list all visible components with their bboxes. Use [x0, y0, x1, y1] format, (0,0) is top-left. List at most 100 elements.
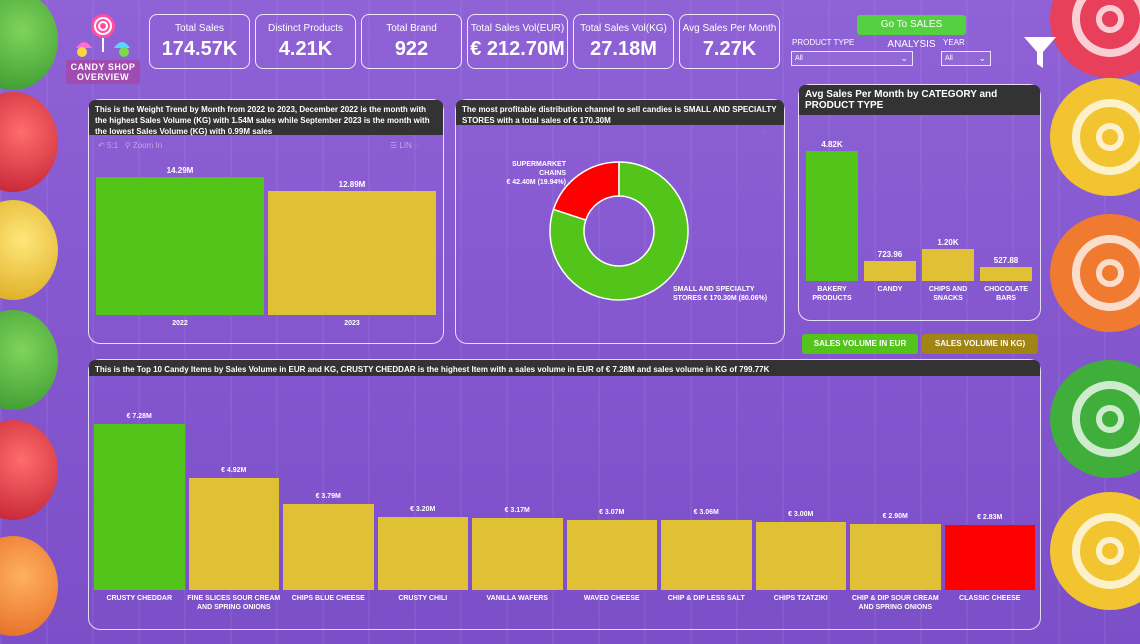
donut-label-specialty: SMALL AND SPECIALTY STORES € 170.30M (80…	[673, 285, 781, 303]
kpi-value: 27.18M	[590, 38, 657, 60]
bar-category-line: CHIPS BLUE CHEESE	[291, 595, 365, 602]
chart-bar[interactable]	[283, 503, 374, 590]
donut-label-line: € 42.40M (19.94%)	[506, 179, 566, 186]
chart-bar[interactable]	[94, 424, 185, 590]
bar-category-label: CHIP & DIP SOUR CREAM AND SPRING ONIONS	[844, 594, 947, 612]
bar-category-label: CLASSIC CHEESE	[939, 594, 1042, 603]
chart-bar[interactable]	[944, 525, 1035, 590]
chart-bar[interactable]	[472, 517, 563, 590]
bar-category-line: CANDY	[877, 286, 903, 293]
bar-category-line: CLASSIC CHEESE	[959, 595, 1021, 602]
bar-value-label: 527.88	[993, 255, 1019, 265]
kpi-total-sales: Total Sales 174.57K	[149, 14, 250, 69]
product-type-slicer[interactable]: All ⌄	[791, 51, 913, 66]
chevron-down-icon: ⌄	[900, 53, 908, 63]
chart-toolbar: ↶ 5:1 ⚲ Zoom In	[98, 141, 162, 150]
bar-value-label: € 3.00M	[788, 510, 814, 518]
top10-title: This is the Top 10 Candy Items by Sales …	[89, 360, 1040, 376]
bar-category-line: BARS	[996, 295, 1016, 302]
kpi-label: Total Brand	[386, 23, 437, 34]
bar-category-line: CHIPS TZATZIKI	[773, 595, 828, 602]
candy-decoration	[0, 420, 58, 520]
kpi-value: 7.27K	[702, 38, 757, 60]
weight-trend-title: This is the Weight Trend by Month from 2…	[89, 100, 443, 136]
filter-icon[interactable]	[1023, 36, 1057, 70]
chart-bar[interactable]	[864, 261, 916, 281]
bar-category-label: 2022	[90, 319, 270, 328]
sales-volume-eur-toggle[interactable]: SALES VOLUME IN EUR	[802, 334, 918, 354]
kpi-total-sales-vol-kg: Total Sales Vol(KG) 27.18M	[573, 14, 674, 69]
candy-decoration	[1050, 492, 1140, 610]
chart-bar[interactable]	[566, 519, 657, 590]
toolbar-zoom-label: Zoom In	[132, 141, 163, 150]
chart-bar[interactable]	[96, 177, 264, 315]
sales-volume-kg-toggle[interactable]: SALES VOLUME IN KG)	[922, 334, 1038, 354]
go-to-sales-analysis-button[interactable]: Go To SALES ANALYSIS	[857, 15, 966, 50]
toolbar-list-label: LIN	[399, 141, 412, 150]
back-icon[interactable]: ↶	[98, 141, 105, 150]
product-type-slicer-value: All	[795, 55, 803, 62]
kpi-distinct-products: Distinct Products 4.21K	[255, 14, 356, 69]
toolbar-back-label: 5:1	[106, 141, 119, 150]
bar-category-label: CANDY	[858, 285, 922, 294]
zoom-icon[interactable]: ⚲	[125, 141, 131, 150]
bar-category-line: CRUSTY CHILI	[398, 595, 448, 602]
kpi-label: Distinct Products	[267, 23, 344, 34]
bar-category-line: 2023	[344, 320, 360, 327]
bar-category-label: CHIPS BLUE CHEESE	[277, 594, 380, 603]
bar-category-line: CRUSTY CHEDDAR	[106, 595, 173, 602]
bar-value-label: 1.20K	[937, 237, 959, 247]
chart-bar[interactable]	[268, 190, 436, 315]
kpi-value: € 212.70M	[470, 38, 565, 60]
bar-category-label: VANILLA WAFERS	[466, 594, 569, 603]
bar-category-label: CHIPS AND SNACKS	[916, 285, 980, 303]
bar-category-label: BAKERY PRODUCTS	[800, 285, 864, 303]
bar-value-label: € 4.92M	[221, 466, 247, 474]
bar-value-label: € 3.17M	[504, 506, 530, 514]
donut-label-line: SUPERMARKET CHAINS	[511, 161, 566, 177]
chart-bar[interactable]	[922, 248, 974, 281]
bar-category-label: CHIPS TZATZIKI	[750, 594, 853, 603]
candy-decoration	[0, 92, 58, 192]
chart-bar[interactable]	[980, 266, 1032, 281]
kpi-label: Total Sales Vol(KG)	[580, 23, 667, 34]
logo-subtitle: OVERVIEW	[76, 72, 130, 82]
bar-category-line: FINE SLICES SOUR CREAM	[187, 595, 281, 602]
bar-category-line: CHIP & DIP LESS SALT	[667, 595, 745, 602]
chart-bar[interactable]	[806, 151, 858, 281]
bar-value-label: 14.29M	[166, 166, 194, 175]
candy-logo-icon	[76, 14, 130, 57]
bar-value-label: € 3.06M	[693, 509, 719, 517]
kpi-total-sales-vol-eur: Total Sales Vol(EUR) € 212.70M	[467, 14, 568, 69]
bar-category-line: VANILLA WAFERS	[486, 595, 548, 602]
bar-category-label: 2023	[262, 319, 442, 328]
donut-label-line: STORES € 170.30M (80.06%)	[673, 295, 768, 302]
chart-bar[interactable]	[188, 477, 279, 590]
list-icon[interactable]: ☰	[390, 141, 397, 150]
logo-title: CANDY SHOP	[70, 62, 136, 72]
kpi-label: Total Sales Vol(EUR)	[470, 23, 565, 34]
bar-value-label: € 2.83M	[977, 514, 1003, 522]
more-options-icon[interactable]: ◌	[762, 128, 767, 137]
bar-category-label: WAVED CHEESE	[561, 594, 664, 603]
bar-category-line: WAVED CHEESE	[583, 595, 640, 602]
donut-label-line: SMALL AND SPECIALTY	[673, 286, 755, 293]
dashboard-canvas: CANDY SHOP OVERVIEW Total Sales 174.57K …	[0, 0, 1140, 644]
more-icon[interactable]: ◌	[414, 141, 419, 150]
chart-bar[interactable]	[377, 517, 468, 590]
chart-bar[interactable]	[755, 521, 846, 590]
bar-category-label: CRUSTY CHEDDAR	[88, 594, 191, 603]
bar-value-label: € 7.28M	[126, 413, 152, 420]
chart-toolbar-right: ☰ LIN ◌	[390, 141, 419, 150]
candy-decoration	[0, 200, 58, 300]
bar-category-line: CHIPS AND	[928, 286, 968, 293]
bar-category-label: CRUSTY CHILI	[372, 594, 475, 603]
candy-decoration	[1050, 214, 1140, 332]
year-slicer[interactable]: All ⌄	[941, 51, 991, 66]
product-type-slicer-label: PRODUCT TYPE	[792, 38, 855, 47]
bar-value-label: 12.89M	[338, 179, 366, 189]
chart-bar[interactable]	[661, 520, 752, 590]
chart-bar[interactable]	[850, 523, 941, 590]
bar-value-label: € 2.90M	[882, 512, 908, 520]
bar-category-line: AND SPRING ONIONS	[196, 604, 271, 611]
